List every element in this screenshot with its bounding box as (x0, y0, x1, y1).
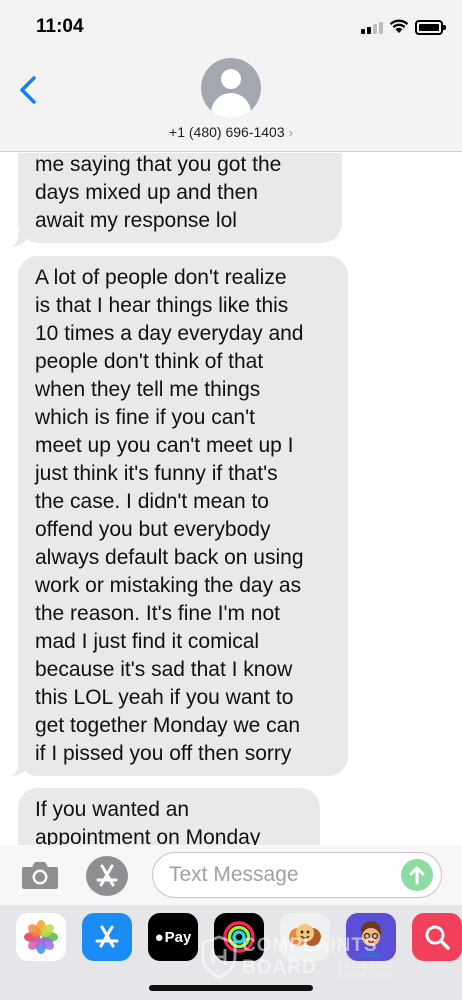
bubble-tail (6, 758, 28, 776)
send-button[interactable] (401, 859, 433, 891)
message-input[interactable]: Text Message (152, 852, 442, 898)
compose-bar: Text Message (0, 845, 462, 905)
app-store-app-icon[interactable] (82, 913, 132, 961)
message-bubble-received[interactable]: A lot of people don't realize is that I … (18, 256, 348, 776)
contact-details-button[interactable]: +1 (480) 696-1403 › (0, 124, 462, 140)
shield-logo-icon (201, 935, 237, 979)
message-input-placeholder: Text Message (169, 863, 299, 886)
chevron-right-icon: › (288, 125, 293, 140)
arrow-up-icon (409, 866, 425, 885)
apple-pay-app-icon[interactable]: ● Pay (148, 913, 198, 961)
status-bar: 11:04 (0, 0, 462, 52)
imessage-app-drawer: ● Pay COMPLAINTS BOARD RESOLVING SINCE 2… (0, 905, 462, 1000)
photos-app-icon[interactable] (16, 913, 66, 961)
conversation-header: +1 (480) 696-1403 › (0, 52, 462, 152)
app-store-icon (96, 864, 118, 887)
cellular-signal-icon (361, 22, 383, 34)
app-store-button[interactable] (86, 856, 128, 896)
battery-icon (415, 20, 446, 35)
message-bubble-received[interactable]: me saying that you got the days mixed up… (18, 153, 342, 243)
back-button[interactable] (14, 70, 44, 110)
bubble-tail (6, 229, 28, 247)
wifi-icon (389, 19, 409, 33)
message-bubble-received[interactable]: If you wanted an appointment on Monday (18, 788, 320, 845)
complaints-board-watermark: COMPLAINTS BOARD RESOLVING SINCE 2004 (200, 935, 430, 985)
camera-button[interactable] (20, 859, 60, 891)
chevron-left-icon (20, 76, 36, 104)
message-thread[interactable]: me saying that you got the days mixed up… (0, 153, 462, 845)
person-icon (221, 69, 241, 89)
status-time: 11:04 (36, 16, 84, 37)
contact-avatar[interactable] (201, 58, 261, 118)
camera-icon (22, 862, 58, 889)
contact-number: +1 (480) 696-1403 (169, 124, 285, 140)
home-indicator[interactable] (149, 985, 313, 991)
